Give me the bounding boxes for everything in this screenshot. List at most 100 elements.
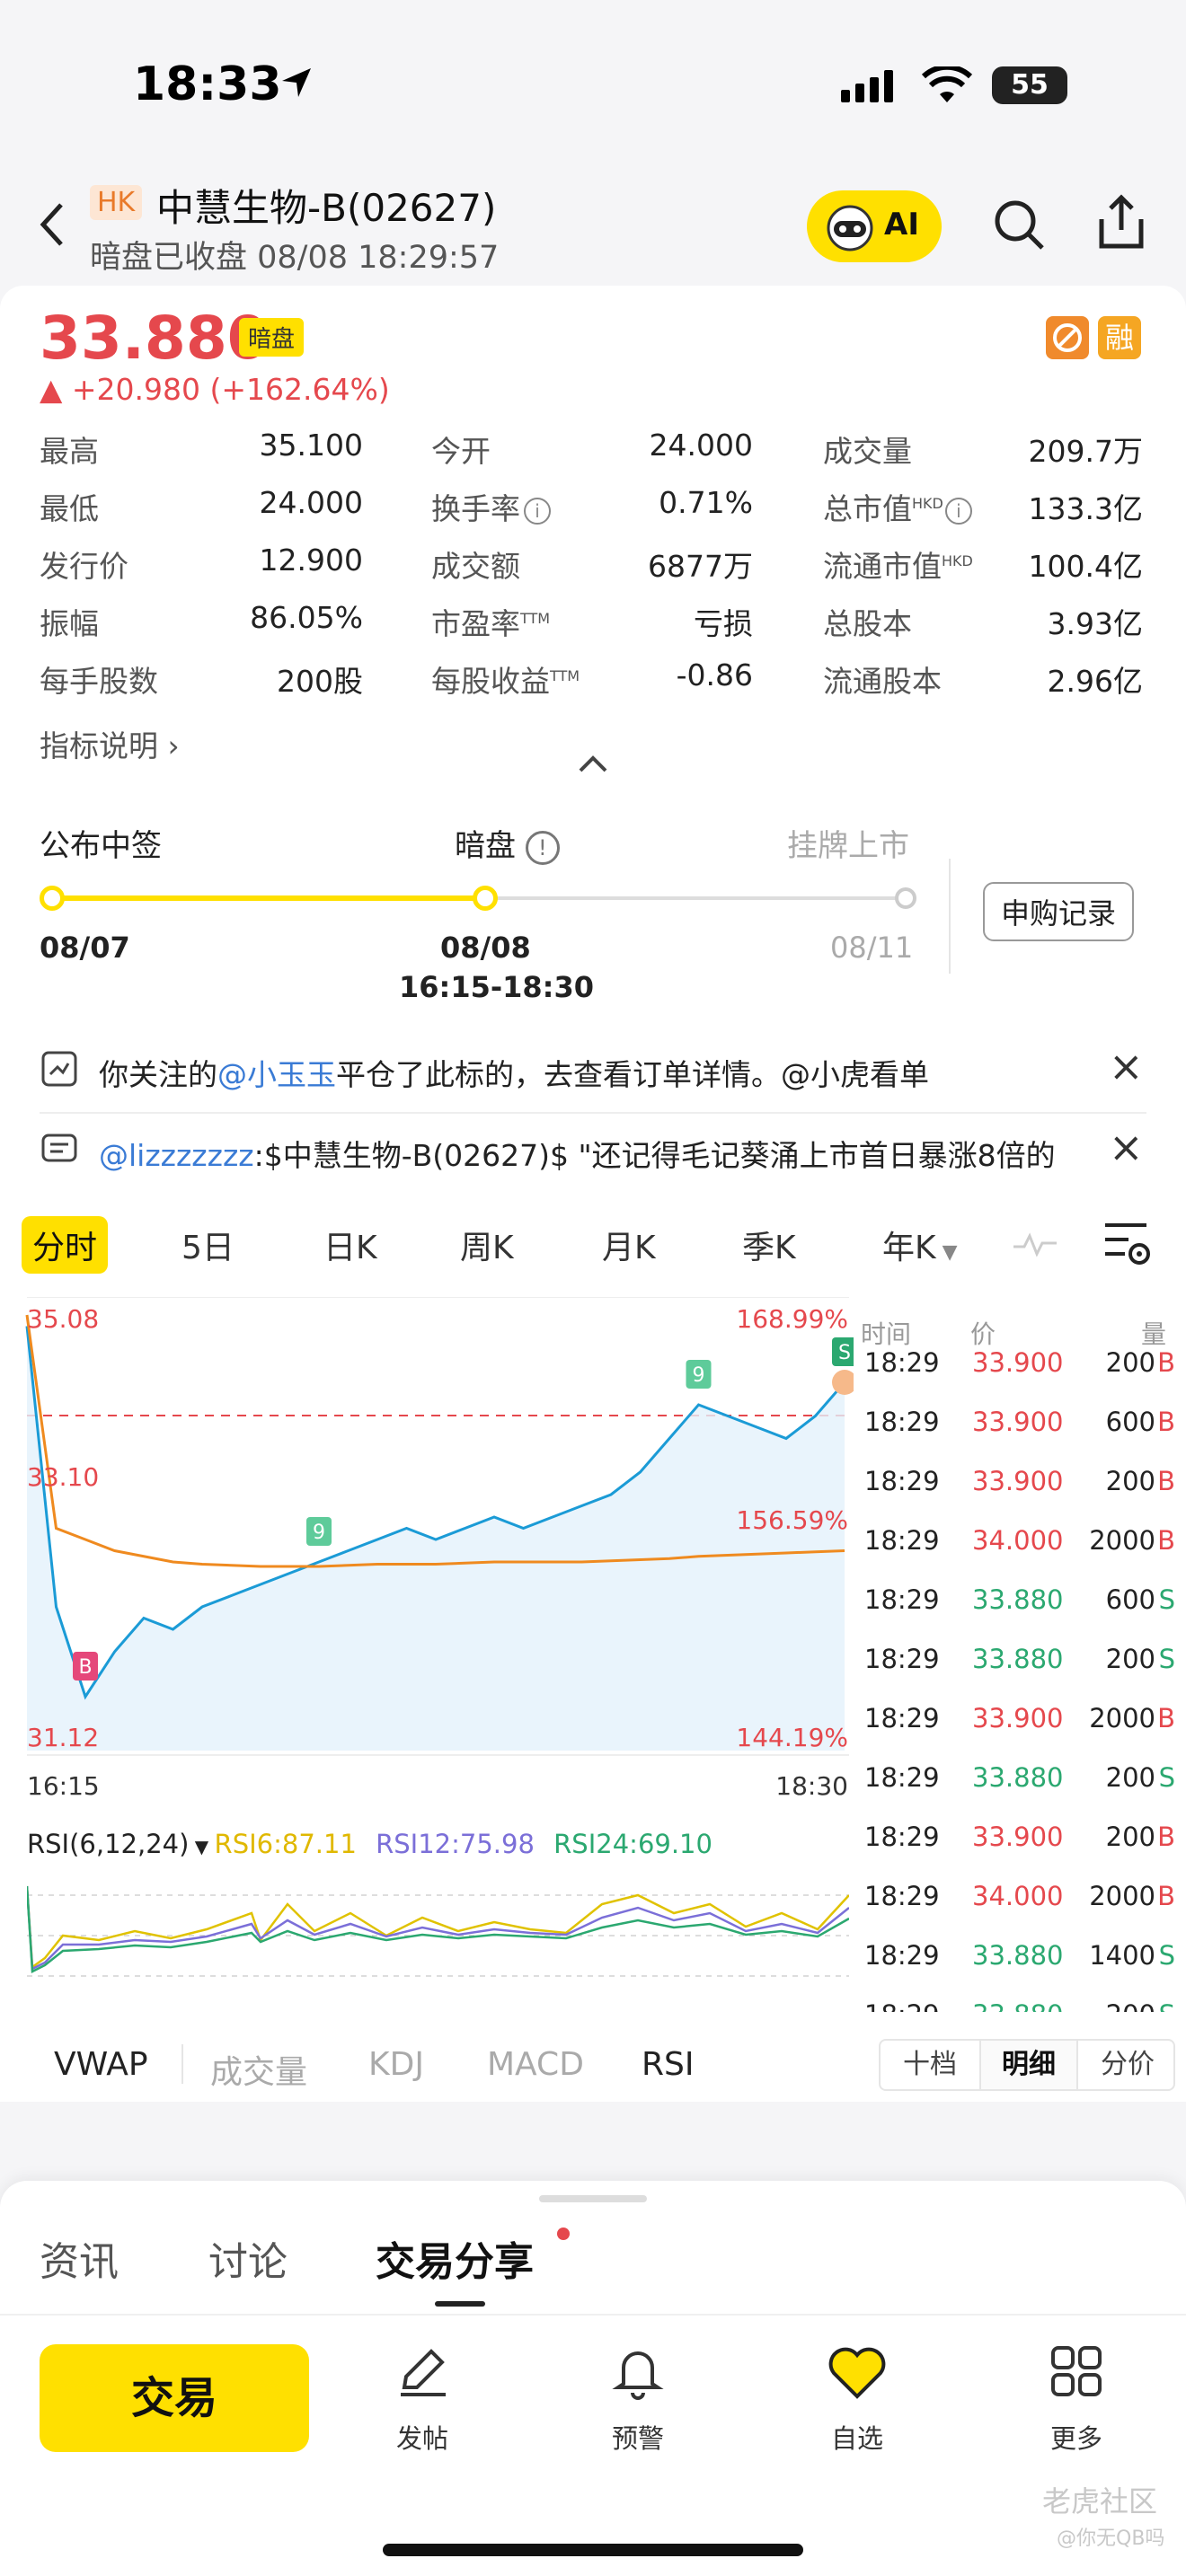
stat-value: 2.96亿 [1047,664,1143,699]
tab-trade-share[interactable]: 交易分享 [376,2229,534,2287]
rsi12-value: RSI12:75.98 [376,1829,535,1859]
stat-value: 86.05% [250,600,363,635]
collapse-icon[interactable] [575,753,611,774]
tab-5day[interactable]: 5日 [181,1222,235,1268]
notice-text[interactable]: @lizzzzzzz:$中慧生物-B(02627)$ "还记得毛记葵涌上市首日暴… [99,1132,1087,1175]
stat-value: 0.71% [659,485,753,520]
trades-tab-price[interactable]: 分价 [1078,2041,1177,2089]
tab-quarterly-k[interactable]: 季K [742,1222,796,1268]
trade-marker-label: B [78,1656,92,1679]
stat-value: 24.000 [649,428,753,463]
trades-header-volume: 量 [1141,1319,1167,1349]
stat-label: 振幅 [40,606,99,641]
stat-value: 24.000 [259,485,363,520]
trades-tab-detail[interactable]: 明细 [979,2041,1078,2089]
notice-post: 平仓了此标的，去查看订单详情。@小虎看单 [336,1057,929,1092]
status-time: 18:33 [133,57,282,111]
active-tab-indicator [435,2301,485,2307]
notice-user[interactable]: @lizzzzzzz [99,1138,254,1173]
ai-button[interactable]: AI [807,190,942,262]
stat-label: 今开 [431,434,491,469]
back-icon[interactable] [34,199,70,250]
stat-value: 133.3亿 [1028,491,1143,526]
stock-subtitle: 暗盘已收盘 08/08 18:29:57 [90,240,500,276]
trade-button[interactable]: 交易 [40,2344,309,2452]
battery-icon: 55 [992,66,1067,104]
y-tick-right-mid: 156.59% [736,1505,848,1535]
nav-watchlist[interactable]: 自选 [812,2342,902,2459]
stat-label: 流通市值HKD [823,543,973,586]
table-row: 18:29 33.900 2000 B [861,1703,1175,1739]
subscription-record-button[interactable]: 申购记录 [983,882,1135,941]
stat-label: 成交量 [823,434,912,469]
line-style-icon[interactable] [1012,1231,1058,1257]
indicator-link[interactable]: 指标说明 › [40,722,180,765]
stat-value: -0.86 [676,657,753,693]
rsi-label: RSI(6,12,24) [27,1829,190,1859]
alert-circle-icon[interactable]: ! [525,830,560,865]
trade-time: 18:29 [864,1525,940,1556]
trade-side: B [1157,1347,1175,1378]
close-icon[interactable]: × [1109,1123,1144,1171]
tab-discussion[interactable]: 讨论 [208,2229,288,2287]
tab-intraday[interactable]: 分时 [22,1216,109,1274]
timeline-date: 08/08 [440,931,531,965]
location-arrow-icon [282,68,311,97]
chart-settings-icon[interactable] [1102,1220,1154,1270]
tab-daily-k[interactable]: 日K [323,1222,377,1268]
tab-yearly-k[interactable]: 年K ▼ [882,1222,958,1268]
trades-tab-depth[interactable]: 十档 [881,2041,979,2089]
ind-tab-vwap[interactable]: VWAP [54,2046,148,2083]
nav-post[interactable]: 发帖 [377,2342,467,2459]
tab-news[interactable]: 资讯 [40,2229,119,2287]
share-icon[interactable] [1094,194,1148,251]
tab-yearly-k-label: 年K [882,1230,936,1266]
search-icon[interactable] [992,198,1046,251]
ind-divider [181,2044,183,2084]
stat-value: 209.7万 [1028,434,1143,469]
trade-price: 33.880 [972,1762,1064,1793]
info-icon[interactable]: i [524,497,551,525]
rsi-chart [27,1885,849,1977]
drag-handle[interactable] [539,2195,647,2202]
stat-label: 总市值HKD i [823,485,972,528]
ind-tab-kdj[interactable]: KDJ [368,2046,424,2083]
trade-price: 33.880 [972,1999,1063,2012]
nav-more[interactable]: 更多 [1031,2342,1121,2459]
notice-pre: 你关注的 [99,1057,217,1092]
stat-sup: TTM [520,610,551,627]
trade-volume: 600 [1105,1407,1155,1437]
trade-marker-label: 9 [693,1364,705,1387]
tab-weekly-k[interactable]: 周K [460,1222,514,1268]
stat-value: 6877万 [648,549,753,584]
price-chart[interactable]: 35.08 33.10 31.12 168.99% 156.59% 144.19… [0,1297,854,1809]
trade-volume: 200 [1105,1644,1155,1674]
margin-icon[interactable]: 融 [1098,316,1141,359]
notice-user[interactable]: @小玉玉 [217,1057,336,1092]
trade-price: 33.900 [972,1347,1064,1378]
trade-time: 18:29 [864,1703,940,1734]
nav-alert[interactable]: 预警 [593,2342,683,2459]
timeline-dot [895,887,916,909]
no-short-icon[interactable] [1046,316,1089,359]
ind-tab-macd[interactable]: MACD [487,2046,584,2083]
close-icon[interactable]: × [1109,1042,1144,1090]
ind-tab-volume[interactable]: 成交量 [210,2046,307,2093]
info-icon[interactable]: i [944,497,972,525]
y-tick-left-top: 35.08 [27,1304,99,1334]
ai-robot-icon [827,205,873,251]
notice-post: :$中慧生物-B(02627)$ "还记得毛记葵涌上市首日暴涨8倍的 [253,1138,1056,1173]
nav-alert-label: 预警 [611,2423,664,2454]
nav-watchlist-label: 自选 [830,2423,883,2454]
ind-tab-rsi[interactable]: RSI [642,2046,694,2083]
stat-label: 最高 [40,434,99,469]
home-indicator[interactable] [383,2544,803,2556]
timeline-card: 公布中签 暗盘 ! 挂牌上市 08/07 08/08 16:15-18:30 0… [0,781,1186,1033]
grid-icon [1051,2346,1102,2396]
tab-monthly-k[interactable]: 月K [602,1222,656,1268]
trades-list[interactable]: 18:29 33.900 200 B 18:29 33.900 600 B 18:29 33.90… [861,1347,1175,2012]
rsi-header[interactable]: RSI(6,12,24) ▼ RSI6:87.11 RSI12:75.98 RS… [27,1829,712,1859]
notice-text[interactable]: 你关注的@小玉玉平仓了此标的，去查看订单详情。@小虎看单 [99,1051,929,1094]
stat-label-text: 每股收益 [431,664,550,699]
stat-label-text: 流通市值 [823,549,942,584]
